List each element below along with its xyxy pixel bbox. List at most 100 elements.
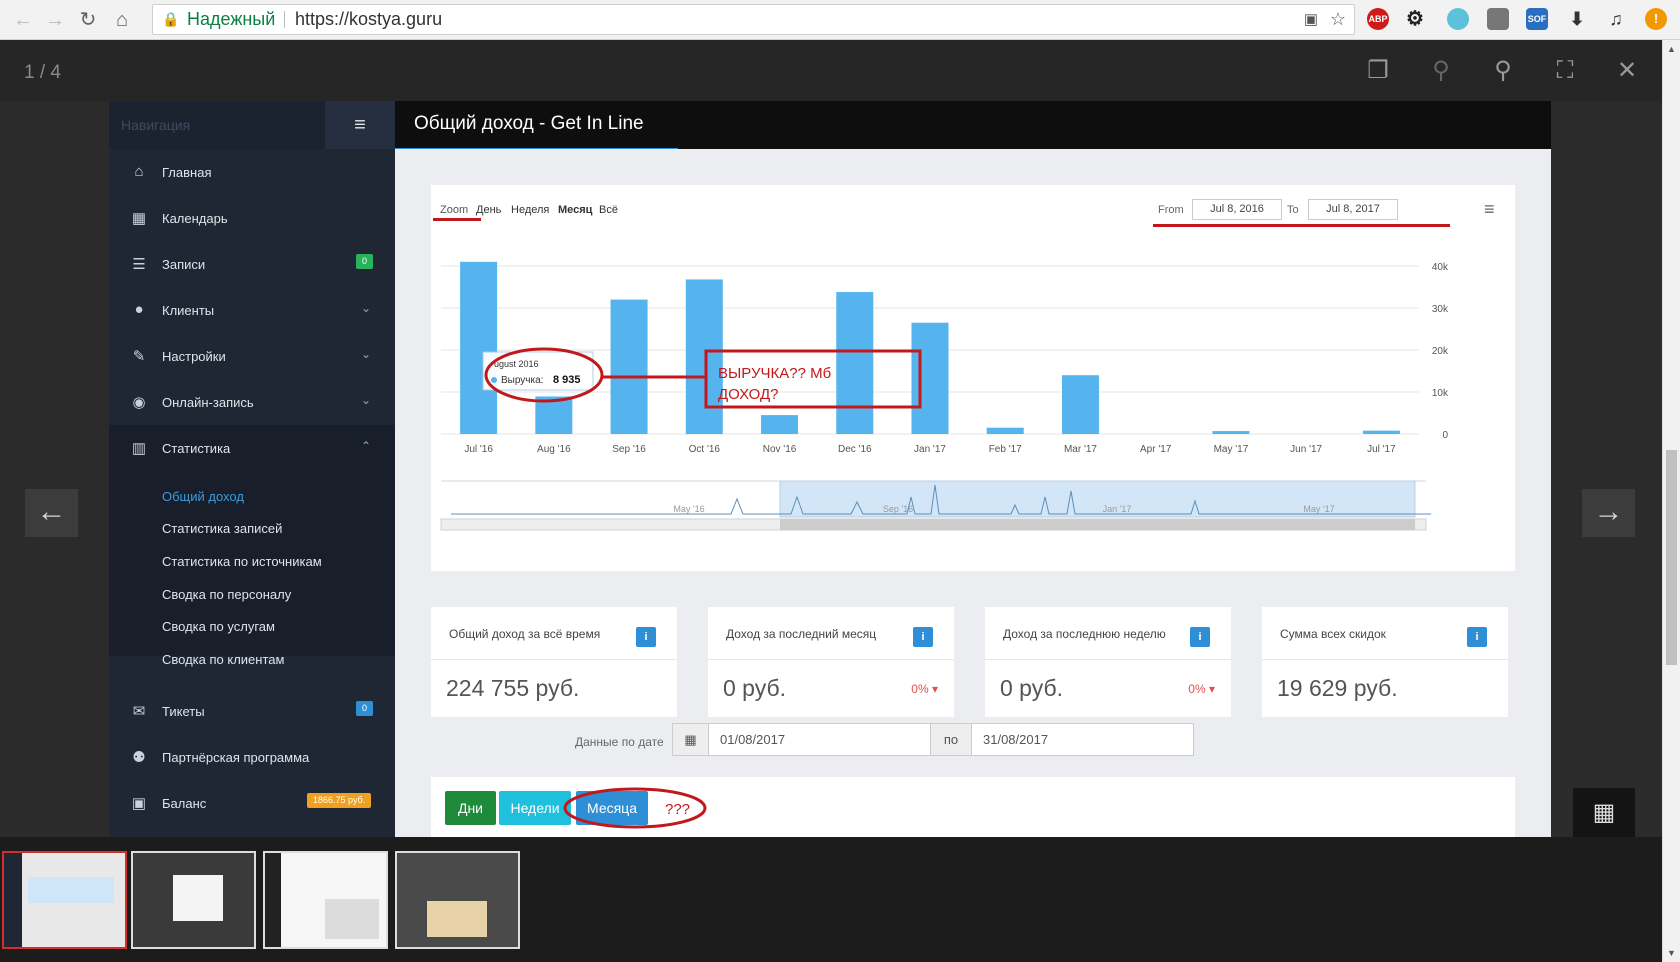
sidebar: Навигация ≡ ⌂ Главная ▦ Календарь ☰ Запи…	[109, 101, 395, 837]
caret-down-icon: ▾	[931, 682, 938, 696]
submenu-clients-summary[interactable]: Сводка по клиентам	[162, 652, 284, 667]
secure-label: Надежный	[187, 9, 276, 29]
statistics-submenu: Общий доход Статистика записей Статистик…	[109, 471, 395, 667]
settings-gear-icon[interactable]: ⚙	[1404, 8, 1426, 30]
caret-down-icon: ▾	[1208, 682, 1215, 696]
close-icon[interactable]: ✕	[1613, 57, 1641, 85]
scroll-down-icon[interactable]: ▼	[1667, 948, 1676, 958]
x-tick-label: Jun '17	[1290, 444, 1322, 455]
period-button-card: Дни Недели Месяца ???	[431, 777, 1515, 837]
sidebar-item-clients[interactable]: ● Клиенты ⌄	[109, 287, 395, 333]
stat-percent-value: 0%	[1188, 682, 1206, 696]
thumbnail-2[interactable]	[131, 851, 256, 949]
sidebar-item-partner[interactable]: ⚉ Партнёрская программа	[109, 734, 395, 780]
sidebar-item-calendar[interactable]: ▦ Календарь	[109, 195, 395, 241]
fullscreen-icon[interactable]: ⛶	[1551, 57, 1579, 85]
zoom-month-button[interactable]: Месяц	[558, 204, 592, 216]
sidebar-item-label: Партнёрская программа	[162, 750, 310, 765]
tickets-badge: 0	[356, 701, 374, 716]
chart-bar	[836, 292, 874, 434]
submenu-source-stats[interactable]: Статистика по источникам	[162, 554, 322, 569]
tooltip-label: Выручка:	[501, 375, 543, 386]
annotation-text-line-1: ВЫРУЧКА?? Мб	[718, 365, 831, 382]
sidebar-item-label: Клиенты	[162, 303, 215, 318]
grid-view-icon[interactable]: ▦	[1573, 788, 1635, 837]
bookmark-star-icon[interactable]: ☆	[1330, 5, 1346, 34]
x-tick-label: Aug '16	[537, 444, 571, 455]
address-bar[interactable]: 🔒 Надежный https://kostya.guru ▣ ☆	[152, 4, 1355, 35]
hamburger-icon[interactable]: ≡	[325, 101, 395, 149]
download-icon[interactable]: ⬇	[1566, 8, 1588, 30]
thumbnail-photo	[427, 901, 487, 937]
info-icon[interactable]: i	[636, 627, 656, 647]
image-counter: 1 / 4	[24, 62, 61, 83]
zoom-day-button[interactable]: День	[476, 204, 501, 216]
info-icon[interactable]: i	[913, 627, 933, 647]
thumbnail-1[interactable]	[2, 851, 127, 949]
thumbnail-strip	[0, 837, 1662, 962]
sidebar-item-online-booking[interactable]: ◉ Онлайн-запись ⌄	[109, 379, 395, 425]
x-tick-label: Dec '16	[838, 444, 872, 455]
chart-bar	[1212, 431, 1250, 434]
extension-box-icon[interactable]	[1487, 8, 1509, 30]
stat-value: 224 755 руб.	[446, 675, 580, 701]
submenu-staff-summary[interactable]: Сводка по персоналу	[162, 587, 291, 602]
sidebar-heading: Навигация	[121, 117, 191, 133]
submenu-services-summary[interactable]: Сводка по услугам	[162, 619, 275, 634]
chart-menu-icon[interactable]: ≡	[1484, 199, 1495, 220]
to-date-input[interactable]: Jul 8, 2017	[1308, 199, 1398, 220]
sidebar-item-label: Записи	[162, 257, 206, 272]
url-text[interactable]: https://kostya.guru	[295, 5, 442, 34]
thumbnail-4[interactable]	[395, 851, 520, 949]
zoom-in-icon[interactable]: ⚲	[1489, 57, 1517, 85]
forward-icon[interactable]: →	[42, 7, 68, 33]
to-label: To	[1287, 204, 1299, 216]
zoom-week-button[interactable]: Неделя	[511, 204, 549, 216]
x-tick-label: Nov '16	[763, 444, 797, 455]
music-icon[interactable]: ♫	[1605, 8, 1627, 30]
submenu-total-income[interactable]: Общий доход	[162, 489, 244, 504]
alert-icon[interactable]: !	[1645, 8, 1667, 30]
zoom-out-icon[interactable]: ⚲	[1427, 57, 1455, 85]
reload-icon[interactable]: ↻	[75, 7, 101, 33]
info-icon[interactable]: i	[1467, 627, 1487, 647]
x-tick-label: Feb '17	[989, 444, 1022, 455]
info-icon[interactable]: i	[1190, 627, 1210, 647]
submenu-records-stats[interactable]: Статистика записей	[162, 521, 282, 536]
page-scrollbar[interactable]: ▲ ▼	[1662, 40, 1680, 962]
prev-image-arrow-icon[interactable]: ←	[25, 489, 78, 537]
sidebar-item-statistics[interactable]: ▥ Статистика ⌃	[109, 425, 395, 471]
weeks-button[interactable]: Недели	[499, 791, 571, 825]
sidebar-item-home[interactable]: ⌂ Главная	[109, 149, 395, 195]
y-tick-label: 0	[1442, 430, 1448, 441]
next-image-arrow-icon[interactable]: →	[1582, 489, 1635, 537]
from-date-input[interactable]: Jul 8, 2016	[1192, 199, 1282, 220]
home-icon: ⌂	[134, 163, 144, 180]
adblock-plus-icon[interactable]: ABP	[1367, 8, 1389, 30]
zoom-all-button[interactable]: Всё	[599, 204, 618, 216]
sof-extension-icon[interactable]: SOF	[1526, 8, 1548, 30]
sidebar-item-tickets[interactable]: ✉ Тикеты 0	[109, 688, 395, 734]
x-tick-label: Oct '16	[689, 444, 721, 455]
home-icon[interactable]: ⌂	[109, 7, 135, 33]
copy-icon[interactable]: ❐	[1364, 57, 1392, 85]
blocked-popup-icon[interactable]: ▣	[1304, 5, 1318, 34]
scroll-up-icon[interactable]: ▲	[1667, 44, 1676, 54]
thumbnail-3[interactable]	[263, 851, 388, 949]
sidebar-item-balance[interactable]: ▣ Баланс 1866.75 руб.	[109, 780, 395, 826]
scrollbar-thumb[interactable]	[1666, 450, 1677, 665]
date-to-input[interactable]: 31/08/2017	[971, 723, 1194, 756]
envelope-icon: ✉	[132, 703, 146, 720]
x-tick-label: Mar '17	[1064, 444, 1097, 455]
calendar-icon[interactable]: ▦	[672, 723, 709, 756]
days-button[interactable]: Дни	[445, 791, 496, 825]
page-header: Общий доход - Get In Line	[395, 101, 1551, 152]
date-from-input[interactable]: 01/08/2017	[708, 723, 931, 756]
sidebar-item-settings[interactable]: ✎ Настройки ⌄	[109, 333, 395, 379]
sidebar-item-records[interactable]: ☰ Записи 0	[109, 241, 395, 287]
extension-cloud-icon[interactable]	[1447, 8, 1469, 30]
money-icon: ▣	[131, 795, 147, 812]
back-icon[interactable]: ←	[10, 7, 36, 33]
page-title: Общий доход - Get In Line	[414, 113, 644, 134]
sidebar-item-label: Баланс	[162, 796, 207, 811]
